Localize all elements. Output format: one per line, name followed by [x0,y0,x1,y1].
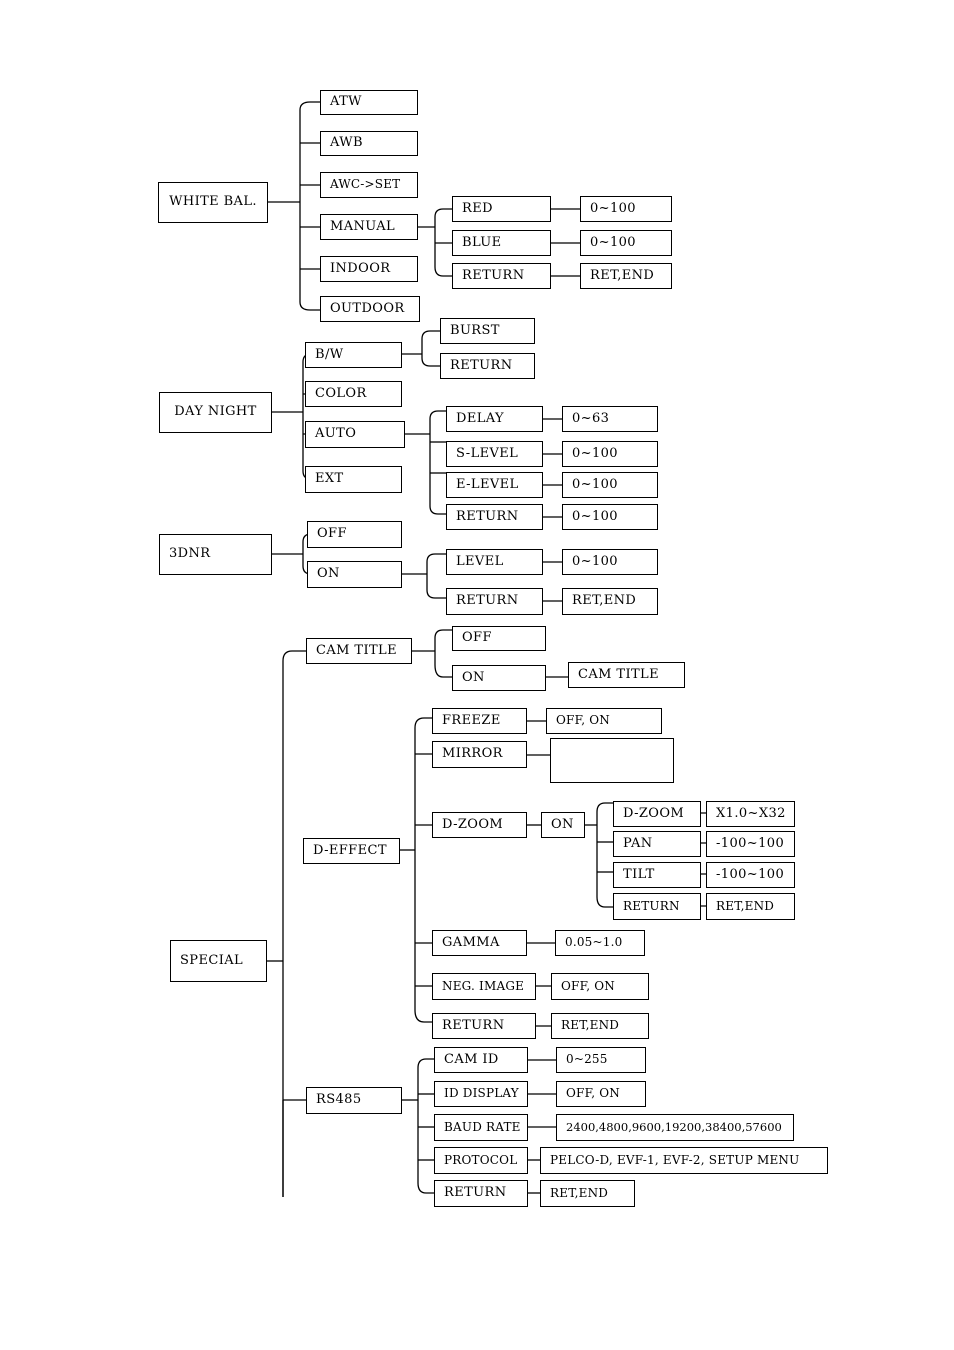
node-day-night[interactable]: DAY NIGHT [159,392,272,433]
node-wb-blue-value: 0~100 [580,230,672,256]
node-white-bal[interactable]: WHITE BAL. [158,182,268,223]
node-dnr-return[interactable]: RETURN [446,588,543,615]
node-de-tilt[interactable]: TILT [613,862,701,888]
node-de-dzoom-sub[interactable]: D-ZOOM [613,801,701,827]
node-de-freeze[interactable]: FREEZE [432,708,527,734]
node-de-return-value: RET,END [551,1013,649,1039]
node-dn-bw[interactable]: B/W [305,342,402,368]
node-de-mirror-value: OFF, MIRROR, V-FLIP,ROTATE [550,738,674,783]
node-dn-slevel[interactable]: S-LEVEL [446,441,543,467]
node-wb-blue[interactable]: BLUE [452,230,551,256]
node-de-dzoom-return-value: RET,END [706,893,795,920]
node-rs-cam-id-value: 0~255 [556,1047,646,1073]
node-de-pan[interactable]: PAN [613,831,701,857]
node-rs-baud-rate[interactable]: BAUD RATE [434,1114,528,1141]
node-de-pan-value: -100~100 [706,831,795,857]
node-3dnr[interactable]: 3DNR [159,534,272,575]
node-wb-return[interactable]: RETURN [452,263,551,289]
node-de-freeze-value: OFF, ON [546,708,662,734]
node-dn-auto-return[interactable]: RETURN [446,504,543,530]
node-rs-cam-id[interactable]: CAM ID [434,1047,528,1073]
node-de-neg-image[interactable]: NEG. IMAGE [432,973,536,1000]
node-de-gamma[interactable]: GAMMA [432,930,527,956]
node-dn-ext[interactable]: EXT [305,466,402,493]
node-de-return[interactable]: RETURN [432,1013,536,1039]
node-dnr-off[interactable]: OFF [307,521,402,548]
node-wb-manual[interactable]: MANUAL [320,214,418,240]
node-cam-title[interactable]: CAM TITLE [306,638,412,664]
node-de-tilt-value: -100~100 [706,862,795,888]
node-rs-return[interactable]: RETURN [434,1180,528,1207]
node-dn-burst[interactable]: BURST [440,318,535,344]
node-dn-delay-value: 0~63 [562,406,658,432]
node-de-dzoom[interactable]: D-ZOOM [432,812,527,838]
node-dn-elevel-value: 0~100 [562,472,658,498]
node-wb-outdoor[interactable]: OUTDOOR [320,296,420,322]
node-wb-atw[interactable]: ATW [320,90,418,115]
node-rs-id-display[interactable]: ID DISPLAY [434,1081,528,1107]
node-rs-id-display-value: OFF, ON [556,1081,646,1107]
node-de-dzoom-return[interactable]: RETURN [613,893,701,920]
node-wb-red-value: 0~100 [580,196,672,222]
node-cam-title-value: CAM TITLE [568,662,685,688]
node-cam-title-on[interactable]: ON [452,665,546,691]
node-special[interactable]: SPECIAL [170,940,267,982]
node-dnr-on[interactable]: ON [307,561,402,588]
node-de-gamma-value: 0.05~1.0 [555,930,645,956]
node-rs-protocol-value: PELCO-D, EVF-1, EVF-2, SETUP MENU [540,1147,828,1174]
node-wb-return-value: RET,END [580,263,672,289]
node-rs-return-value: RET,END [540,1180,635,1207]
mirror-value-line-1: OFF, MIRROR, [560,780,673,782]
node-rs-protocol[interactable]: PROTOCOL [434,1147,528,1174]
node-cam-title-off[interactable]: OFF [452,626,546,651]
node-rs485[interactable]: RS485 [306,1087,402,1114]
node-dn-color[interactable]: COLOR [305,381,402,407]
node-de-dzoom-on[interactable]: ON [541,812,585,838]
node-wb-awb[interactable]: AWB [320,131,418,156]
node-d-effect[interactable]: D-EFFECT [303,838,400,864]
node-wb-awc-set[interactable]: AWC->SET [320,172,418,198]
node-de-dzoom-sub-value: X1.0~X32 [706,801,795,827]
node-dn-auto[interactable]: AUTO [305,421,405,448]
node-rs-baud-rate-value: 2400,4800,9600,19200,38400,57600 [556,1114,794,1141]
node-wb-red[interactable]: RED [452,196,551,222]
node-dnr-level[interactable]: LEVEL [446,549,543,575]
node-dnr-level-value: 0~100 [562,549,658,575]
node-wb-indoor[interactable]: INDOOR [320,256,418,282]
node-de-mirror[interactable]: MIRROR [432,741,527,768]
node-dn-bw-return[interactable]: RETURN [440,353,535,379]
node-de-neg-image-value: OFF, ON [551,973,649,1000]
node-dn-slevel-value: 0~100 [562,441,658,467]
node-dn-delay[interactable]: DELAY [446,406,543,432]
node-dn-auto-return-value: 0~100 [562,504,658,530]
node-dn-elevel[interactable]: E-LEVEL [446,472,543,498]
node-dnr-return-value: RET,END [562,588,658,615]
menu-tree-diagram: WHITE BAL. ATW AWB AWC->SET MANUAL INDOO… [0,0,954,1350]
